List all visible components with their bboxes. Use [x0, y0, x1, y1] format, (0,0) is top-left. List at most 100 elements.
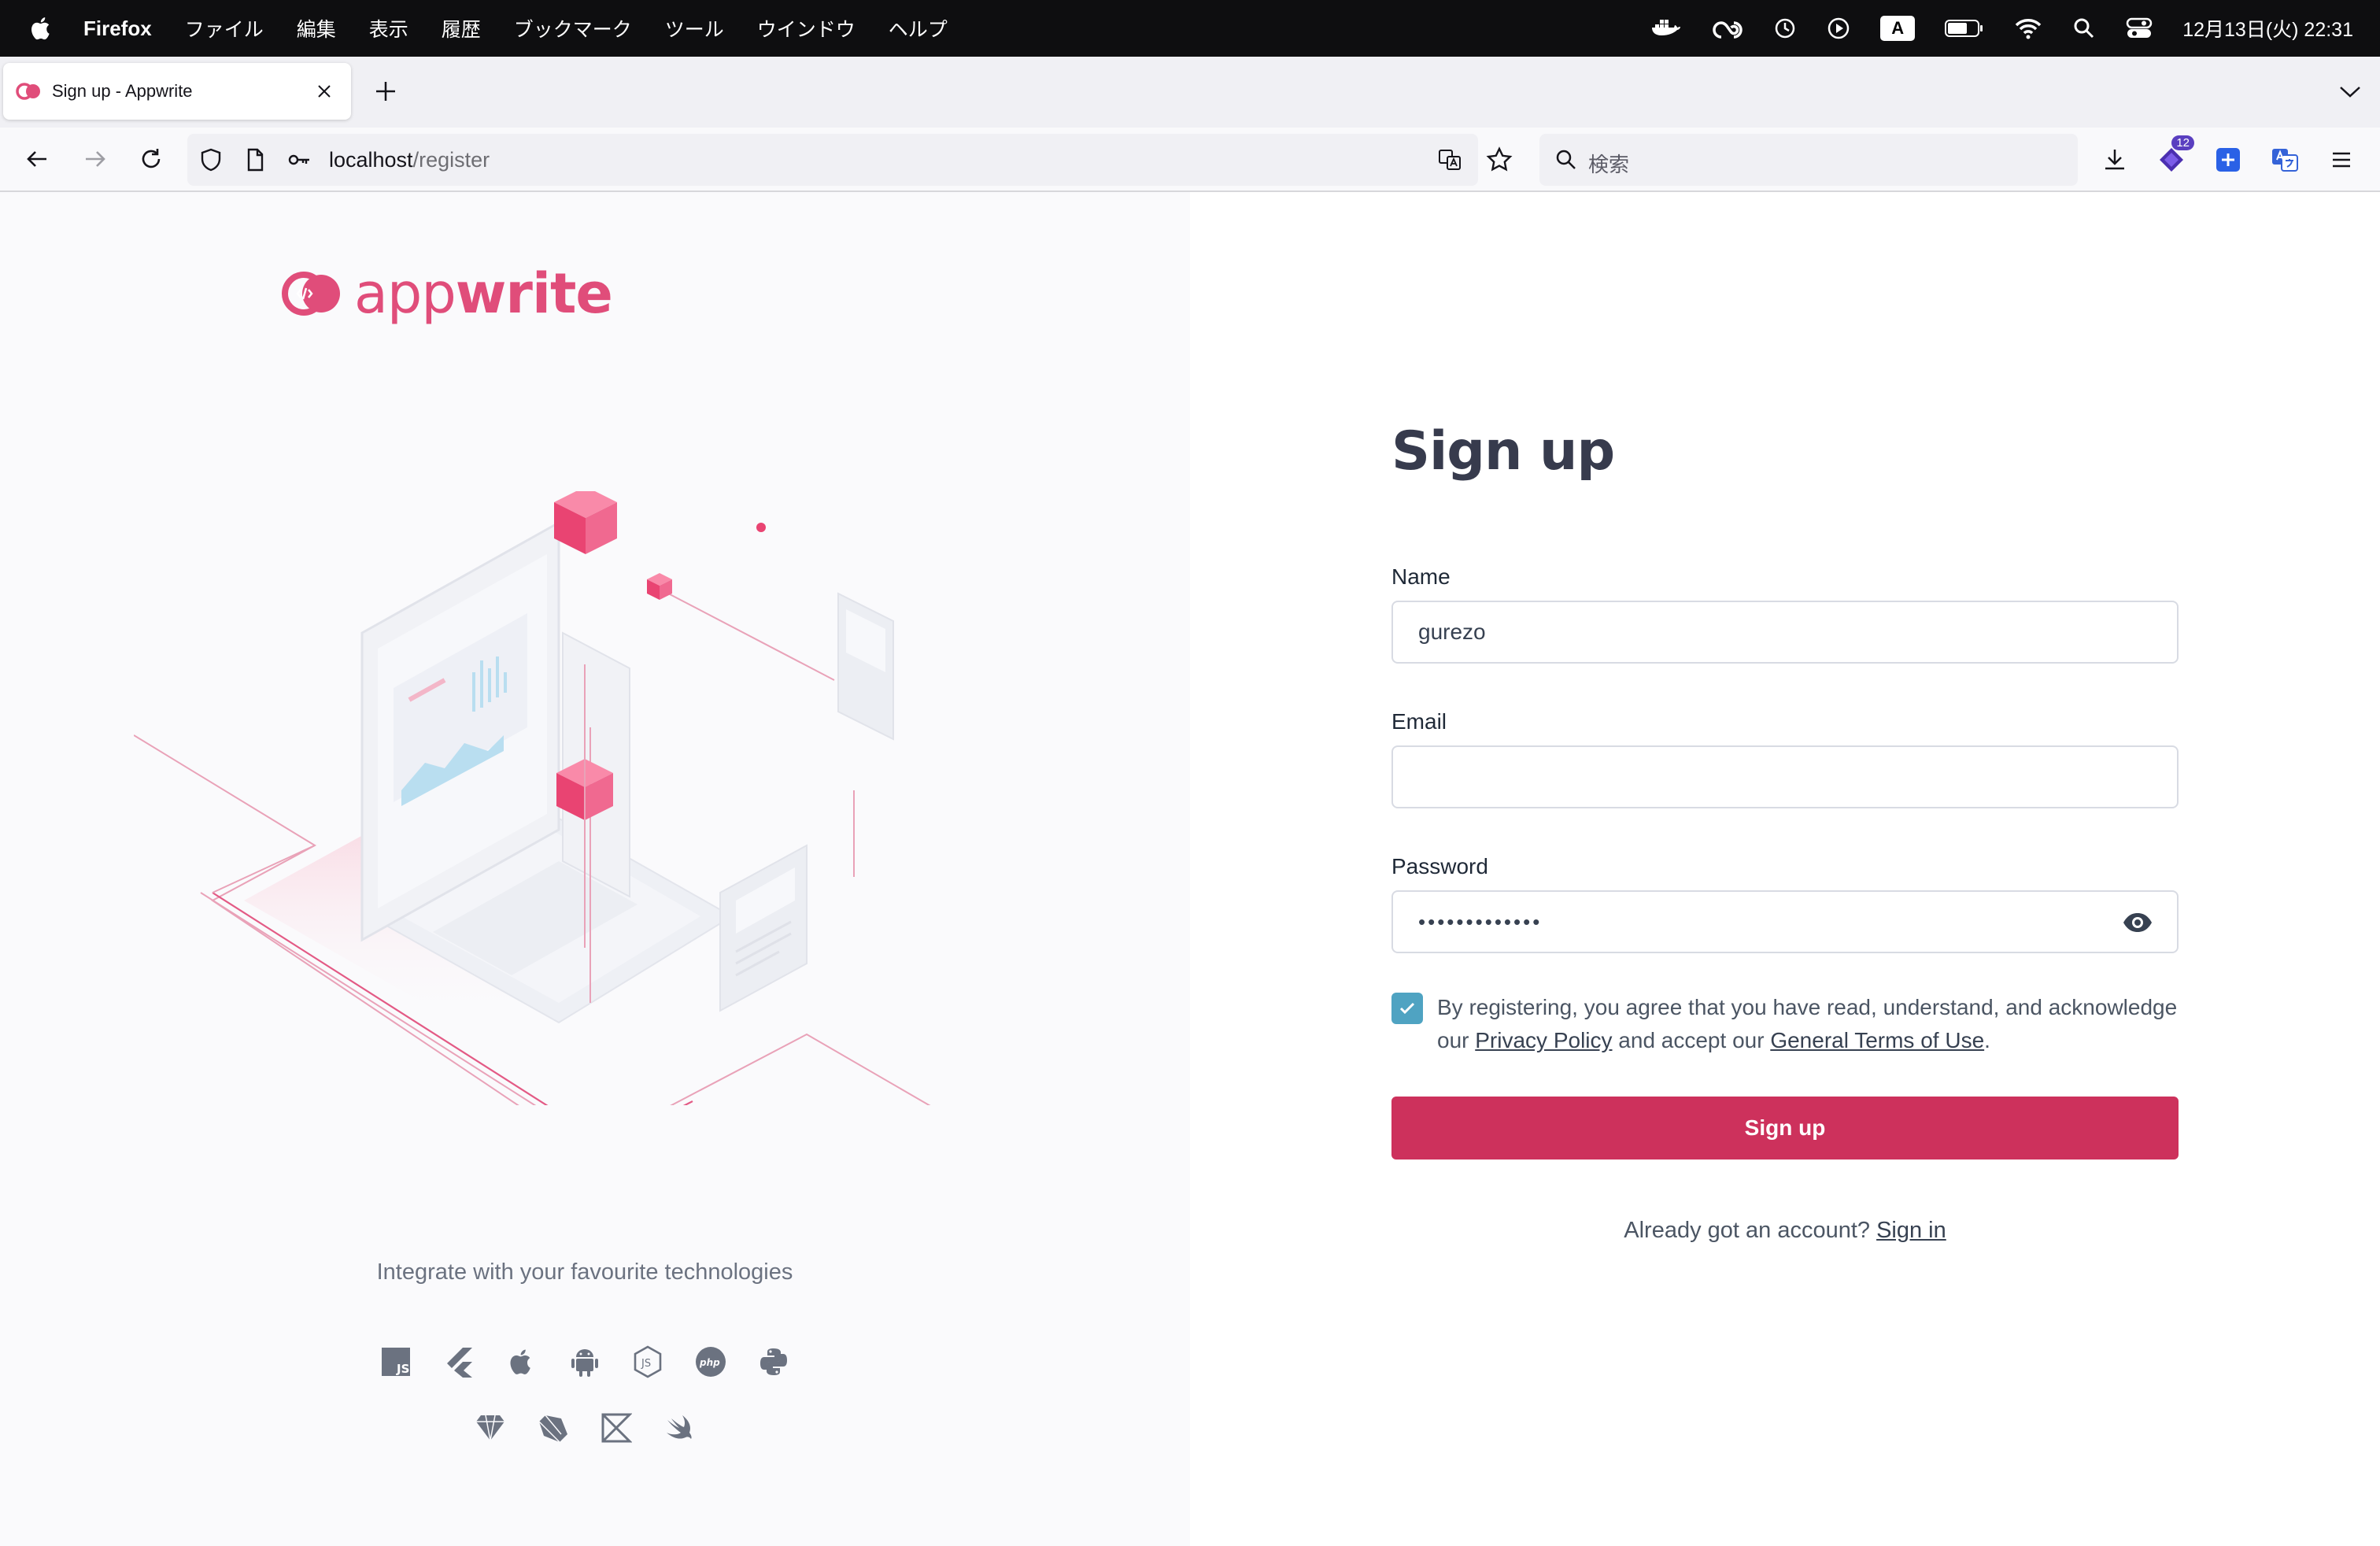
menu-window[interactable]: ウインドウ	[757, 14, 856, 43]
nodejs-icon: JS	[630, 1344, 665, 1379]
close-tab-icon[interactable]	[315, 82, 334, 101]
new-tab-icon[interactable]	[371, 77, 400, 105]
spotlight-search-icon[interactable]	[2072, 17, 2096, 40]
tech-icons-row-1: JS JS php	[0, 1344, 1170, 1379]
control-center-icon[interactable]	[2126, 17, 2153, 40]
terms-checkbox[interactable]	[1391, 993, 1423, 1024]
arrow-right-icon	[86, 151, 105, 167]
downloads-button[interactable]	[2097, 142, 2133, 178]
svg-text:JS: JS	[396, 1362, 409, 1376]
dart-icon	[536, 1411, 571, 1445]
signin-prompt: Already got an account? Sign in	[1391, 1218, 2179, 1244]
battery-icon[interactable]	[1945, 18, 1984, 39]
app-menu-button[interactable]	[2323, 142, 2360, 178]
translator-extension-button[interactable]	[2267, 142, 2303, 178]
browser-tab-active[interactable]: Sign up - Appwrite	[3, 63, 351, 120]
back-button[interactable]	[22, 143, 54, 175]
bookmark-star-icon[interactable]	[1486, 146, 1513, 173]
signup-button[interactable]: Sign up	[1391, 1097, 2179, 1160]
tracking-protection-shield-icon[interactable]	[198, 147, 224, 172]
plus-square-icon	[2216, 148, 2240, 172]
extension-button[interactable]: 12	[2153, 135, 2194, 178]
tab-title: Sign up - Appwrite	[52, 81, 193, 101]
docker-icon[interactable]	[1650, 17, 1682, 40]
page-content: appwrite Integrate with your favourite t…	[0, 192, 2380, 1546]
php-icon: php	[693, 1344, 728, 1379]
translate-page-icon[interactable]	[1437, 147, 1462, 172]
signin-link[interactable]: Sign in	[1876, 1218, 1946, 1243]
translate-extension-icon	[2272, 149, 2298, 172]
play-status-icon[interactable]	[1827, 17, 1850, 40]
swift-icon	[662, 1411, 697, 1445]
password-field-group: Password •••••••••••••	[1391, 854, 2179, 953]
list-all-tabs-icon[interactable]	[2338, 80, 2363, 102]
tech-icons-row-2	[0, 1411, 1170, 1445]
input-source-indicator[interactable]: A	[1880, 16, 1916, 41]
terms-suffix: .	[1984, 1028, 1990, 1052]
appwrite-favicon-icon	[16, 83, 40, 100]
menu-file[interactable]: ファイル	[185, 14, 264, 43]
menu-history[interactable]: 履歴	[442, 14, 481, 43]
url-path: /register	[412, 148, 490, 172]
reload-button[interactable]	[135, 143, 167, 175]
password-label: Password	[1391, 854, 1488, 878]
apple-icon	[504, 1344, 539, 1379]
download-icon	[2105, 150, 2124, 170]
signin-prompt-text: Already got an account?	[1624, 1218, 1877, 1243]
terms-middle: and accept our	[1612, 1028, 1771, 1052]
page-title: Sign up	[1391, 420, 1615, 483]
forward-button[interactable]	[79, 143, 110, 175]
ruby-icon	[473, 1411, 508, 1445]
signup-form: Sign up Name gurezo Email Password •••••…	[1391, 420, 2179, 1244]
email-input[interactable]	[1391, 745, 2179, 808]
search-bar[interactable]: 検索	[1539, 134, 2078, 186]
wifi-icon[interactable]	[2014, 17, 2042, 39]
email-label: Email	[1391, 709, 1447, 734]
menu-tools[interactable]: ツール	[665, 14, 724, 43]
integrate-caption: Integrate with your favourite technologi…	[376, 1259, 793, 1285]
search-placeholder: 検索	[1588, 153, 1630, 176]
creative-cloud-icon[interactable]	[1712, 17, 1743, 40]
appwrite-logo[interactable]: appwrite	[280, 261, 613, 326]
wordmark-write: write	[455, 261, 613, 326]
page-info-icon[interactable]	[242, 147, 268, 172]
appwrite-logo-mark-icon	[282, 272, 340, 316]
name-input[interactable]: gurezo	[1391, 601, 2179, 664]
macos-menu-bar: Firefox ファイル 編集 表示 履歴 ブックマーク ツール ウインドウ ヘ…	[0, 0, 2380, 57]
browser-nav-bar: localhost/register 検索 12	[0, 128, 2380, 192]
menu-bookmarks[interactable]: ブックマーク	[514, 14, 632, 43]
browser-tab-strip: Sign up - Appwrite	[0, 57, 2380, 128]
show-password-eye-icon[interactable]	[2122, 909, 2153, 936]
add-extension-button[interactable]	[2210, 142, 2246, 178]
checkmark-icon	[1399, 1002, 1415, 1015]
time-machine-icon[interactable]	[1773, 17, 1797, 40]
extension-badge: 12	[2171, 135, 2194, 150]
reload-icon	[142, 149, 161, 168]
flutter-icon	[442, 1344, 476, 1379]
terms-of-use-link[interactable]: General Terms of Use	[1770, 1028, 1984, 1052]
menu-help[interactable]: ヘルプ	[889, 14, 948, 43]
arrow-left-icon	[27, 151, 46, 167]
search-icon	[1556, 150, 1576, 169]
active-app-name[interactable]: Firefox	[83, 17, 152, 41]
name-field-group: Name gurezo	[1391, 564, 2179, 664]
url-bar[interactable]: localhost/register	[187, 134, 1478, 186]
kotlin-icon	[599, 1411, 634, 1445]
svg-text:JS: JS	[641, 1358, 651, 1370]
python-icon	[756, 1344, 791, 1379]
apple-menu-icon[interactable]	[28, 15, 55, 42]
privacy-policy-link[interactable]: Privacy Policy	[1475, 1028, 1612, 1052]
menubar-clock[interactable]: 12月13日(火) 22:31	[2182, 14, 2353, 43]
password-input[interactable]: •••••••••••••	[1391, 890, 2179, 953]
password-input-value: •••••••••••••	[1418, 909, 1543, 934]
url-text[interactable]: localhost/register	[329, 148, 490, 172]
name-label: Name	[1391, 564, 1451, 589]
isometric-laptop-illustration	[134, 491, 931, 1105]
appwrite-wordmark: appwrite	[354, 261, 613, 326]
signup-panel: Sign up Name gurezo Email Password •••••…	[1190, 192, 2380, 1546]
url-host: localhost	[329, 148, 413, 172]
menu-edit[interactable]: 編集	[297, 14, 336, 43]
key-permissions-icon[interactable]	[286, 147, 312, 172]
menu-view[interactable]: 表示	[369, 14, 408, 43]
marketing-panel: appwrite Integrate with your favourite t…	[0, 192, 1190, 1546]
